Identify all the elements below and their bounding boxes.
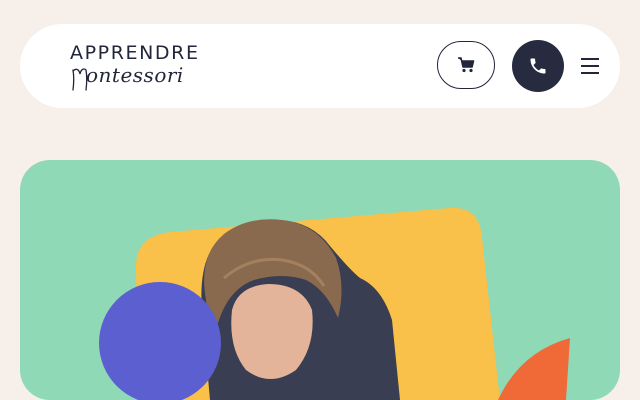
blue-circle-shape [99, 282, 221, 400]
orange-shape [498, 338, 570, 400]
hero-illustration [99, 207, 570, 400]
cart-icon [458, 57, 475, 73]
phone-button[interactable] [512, 40, 564, 92]
logo-line1: APPRENDRE [70, 42, 200, 64]
apprendre-montessori-logo[interactable]: APPRENDRE ontessori [70, 42, 230, 92]
phone-icon [530, 58, 546, 74]
menu-bar [581, 72, 599, 74]
hamburger-menu-button[interactable] [581, 56, 601, 76]
site-header: APPRENDRE ontessori [20, 24, 620, 108]
menu-bar [581, 65, 599, 67]
menu-bar [581, 58, 599, 60]
hero-banner [20, 160, 620, 400]
logo-line2: ontessori [86, 63, 184, 87]
cart-button[interactable] [437, 41, 495, 89]
